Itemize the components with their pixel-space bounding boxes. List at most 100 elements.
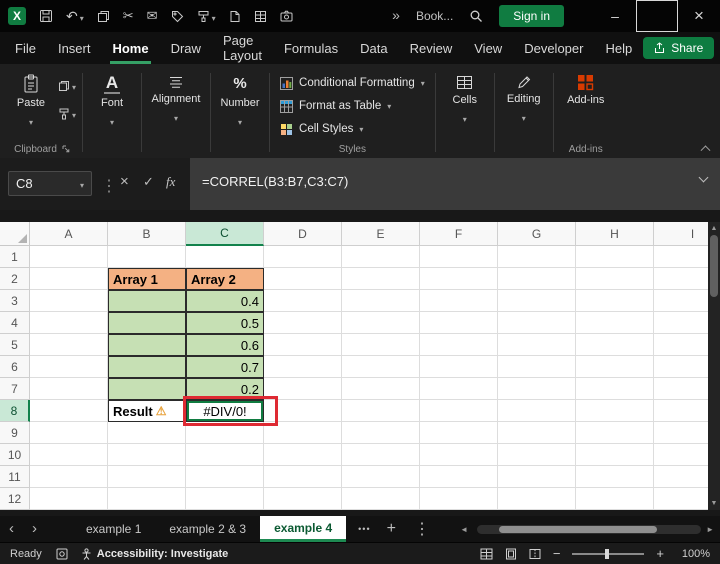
cell-E1[interactable]: [342, 246, 420, 268]
cell-E5[interactable]: [342, 334, 420, 356]
cell-C5[interactable]: 0.6: [186, 334, 264, 356]
cell-D6[interactable]: [264, 356, 342, 378]
scroll-up-icon[interactable]: [711, 225, 718, 232]
zoom-in-icon[interactable]: [656, 546, 664, 561]
row-header-9[interactable]: 9: [0, 422, 30, 444]
name-box[interactable]: C8: [8, 171, 92, 196]
cell-F7[interactable]: [420, 378, 498, 400]
cell-D5[interactable]: [264, 334, 342, 356]
cell-F6[interactable]: [420, 356, 498, 378]
cell-F8[interactable]: [420, 400, 498, 422]
column-header-I[interactable]: I: [654, 222, 708, 246]
cell-C11[interactable]: [186, 466, 264, 488]
formula-bar-expand-icon[interactable]: [700, 174, 709, 183]
cell-A3[interactable]: [30, 290, 108, 312]
cell-B11[interactable]: [108, 466, 186, 488]
zoom-slider-thumb[interactable]: [605, 549, 609, 559]
cell-F3[interactable]: [420, 290, 498, 312]
paste-button[interactable]: Paste: [8, 69, 54, 130]
column-header-D[interactable]: D: [264, 222, 342, 246]
alignment-dropdown-icon[interactable]: [174, 108, 178, 126]
cell-G10[interactable]: [498, 444, 576, 466]
menu-tab-formulas[interactable]: Formulas: [273, 32, 349, 64]
conditional-formatting-dropdown-icon[interactable]: [421, 77, 425, 89]
confirm-entry-icon[interactable]: [143, 174, 154, 190]
zoom-slider[interactable]: [572, 553, 644, 555]
cell-B2[interactable]: Array 1: [108, 268, 186, 290]
cell-H7[interactable]: [576, 378, 654, 400]
format-painter-button[interactable]: [58, 105, 76, 123]
horizontal-scroll-thumb[interactable]: [499, 526, 657, 533]
zoom-out-icon[interactable]: [553, 546, 561, 561]
cell-H5[interactable]: [576, 334, 654, 356]
cell-B4[interactable]: [108, 312, 186, 334]
column-header-E[interactable]: E: [342, 222, 420, 246]
cells-dropdown-icon[interactable]: [463, 109, 467, 127]
cell-F11[interactable]: [420, 466, 498, 488]
cell-A4[interactable]: [30, 312, 108, 334]
cell-I9[interactable]: [654, 422, 708, 444]
sign-in-button[interactable]: Sign in: [499, 5, 564, 27]
maximize-button[interactable]: [636, 0, 678, 32]
cell-F12[interactable]: [420, 488, 498, 510]
cell-E7[interactable]: [342, 378, 420, 400]
cut-icon[interactable]: [123, 8, 134, 24]
font-dropdown-icon[interactable]: [110, 112, 114, 130]
format-as-table-dropdown-icon[interactable]: [387, 100, 391, 112]
cell-I7[interactable]: [654, 378, 708, 400]
cell-A11[interactable]: [30, 466, 108, 488]
undo-dropdown-icon[interactable]: [80, 9, 84, 24]
row-header-1[interactable]: 1: [0, 246, 30, 268]
cell-I6[interactable]: [654, 356, 708, 378]
column-header-H[interactable]: H: [576, 222, 654, 246]
cell-F1[interactable]: [420, 246, 498, 268]
row-header-4[interactable]: 4: [0, 312, 30, 334]
cell-D10[interactable]: [264, 444, 342, 466]
column-header-G[interactable]: G: [498, 222, 576, 246]
format-painter-dropdown-icon[interactable]: [212, 9, 216, 24]
cell-A9[interactable]: [30, 422, 108, 444]
row-header-10[interactable]: 10: [0, 444, 30, 466]
row-header-7[interactable]: 7: [0, 378, 30, 400]
error-warning-icon[interactable]: [156, 405, 167, 417]
cell-H2[interactable]: [576, 268, 654, 290]
page-break-view-icon[interactable]: [529, 548, 541, 560]
addins-button[interactable]: Add-ins: [560, 69, 612, 106]
cell-B10[interactable]: [108, 444, 186, 466]
tag-icon[interactable]: [171, 10, 184, 23]
conditional-formatting-button[interactable]: Conditional Formatting: [276, 73, 429, 93]
cell-B8[interactable]: Result: [108, 400, 186, 422]
cell-F2[interactable]: [420, 268, 498, 290]
cell-E10[interactable]: [342, 444, 420, 466]
cell-H9[interactable]: [576, 422, 654, 444]
row-header-3[interactable]: 3: [0, 290, 30, 312]
camera-icon[interactable]: [280, 10, 293, 22]
cell-D12[interactable]: [264, 488, 342, 510]
row-header-12[interactable]: 12: [0, 488, 30, 510]
cell-G11[interactable]: [498, 466, 576, 488]
menu-tab-draw[interactable]: Draw: [160, 32, 212, 64]
excel-app-icon[interactable]: X: [8, 7, 26, 25]
cell-styles-button[interactable]: Cell Styles: [276, 119, 429, 139]
editing-button[interactable]: Editing: [501, 69, 547, 126]
cell-H11[interactable]: [576, 466, 654, 488]
macro-record-icon[interactable]: [56, 548, 68, 560]
font-button[interactable]: A Font: [89, 69, 135, 130]
vertical-scrollbar[interactable]: [708, 222, 720, 510]
menu-tab-view[interactable]: View: [463, 32, 513, 64]
alignment-button[interactable]: Alignment: [148, 69, 204, 126]
cell-G2[interactable]: [498, 268, 576, 290]
cell-B7[interactable]: [108, 378, 186, 400]
menu-tab-home[interactable]: Home: [101, 32, 159, 64]
cell-C1[interactable]: [186, 246, 264, 268]
close-button[interactable]: [678, 0, 720, 32]
sheet-more-button[interactable]: •••: [358, 524, 370, 534]
cell-B5[interactable]: [108, 334, 186, 356]
cell-E4[interactable]: [342, 312, 420, 334]
cell-I10[interactable]: [654, 444, 708, 466]
cell-F10[interactable]: [420, 444, 498, 466]
cell-G4[interactable]: [498, 312, 576, 334]
cell-E11[interactable]: [342, 466, 420, 488]
cell-A5[interactable]: [30, 334, 108, 356]
page-layout-view-icon[interactable]: [505, 548, 517, 560]
